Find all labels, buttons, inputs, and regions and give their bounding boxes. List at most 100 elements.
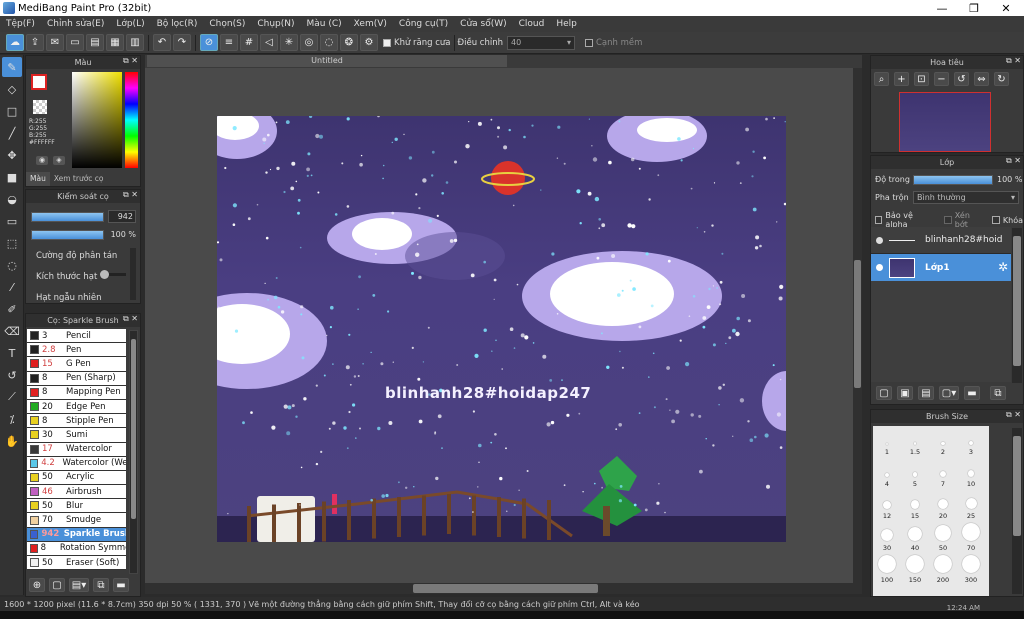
zoom-in-icon[interactable]: + [894,72,909,86]
foreground-color-swatch[interactable] [31,74,47,90]
blend-mode-dropdown[interactable]: Bình thường ▾ [913,191,1019,204]
panel-close-icon[interactable]: ⧉ ✕ [123,314,138,324]
brush-list-item[interactable]: 50 Blur [27,499,126,514]
select-tool-icon[interactable]: ⬚ [2,233,22,253]
snap-parallel-icon[interactable]: ≡ [220,34,238,51]
magic-wand-tool-icon[interactable]: ⁄ [2,277,22,297]
bucket-tool-icon[interactable]: ◒ [2,189,22,209]
brush-list-item[interactable]: 8 Stipple Pen [27,414,126,429]
snap-circle-icon[interactable]: ◎ [300,34,318,51]
eraser-tool-icon[interactable]: ◇ [2,79,22,99]
brush-size-option[interactable]: 150 [901,554,929,586]
layer-merge-icon[interactable]: ⧉ [990,386,1006,400]
layer-halftone-icon[interactable]: ▤ [918,386,934,400]
brush-opacity-slider[interactable] [31,230,104,240]
brush-list-item[interactable]: 46 Airbrush [27,485,126,500]
brush-add-icon[interactable]: ⊕ [29,578,45,592]
brush-list-item[interactable]: 4.2 Watercolor (Wet) [27,456,126,471]
swatch-icon[interactable]: ◈ [53,156,65,165]
panel-close-icon[interactable]: ⧉ ✕ [1006,410,1021,420]
redo-icon[interactable]: ↷ [173,34,191,51]
canvas-hscroll[interactable] [145,583,862,594]
brush-size-scroll-thumb[interactable] [1013,436,1021,536]
brush-size-option[interactable]: 200 [929,554,957,586]
brush-size-slider[interactable] [31,212,104,222]
grid-icon[interactable]: ▦ [106,34,124,51]
panel-close-icon[interactable]: ⧉ ✕ [123,190,138,200]
brush-list-item[interactable]: 50 Acrylic [27,470,126,486]
brush-size-option[interactable]: 20 [929,490,957,522]
brush-size-option[interactable]: 50 [929,522,957,554]
line-tool-icon[interactable]: ╱ [2,123,22,143]
close-button[interactable]: ✕ [990,0,1022,16]
brush-size-option[interactable]: 30 [873,522,901,554]
brush-size-scrollbar[interactable] [1012,428,1022,594]
layer-scrollbar[interactable] [1012,228,1022,383]
comment-icon[interactable]: ✉ [46,34,64,51]
panel-close-icon[interactable]: ⧉ ✕ [1006,156,1021,166]
layer-opacity-slider[interactable] [913,175,993,185]
brush-size-option[interactable]: 3 [957,426,985,458]
navigator-thumbnail[interactable] [899,92,991,152]
undo-icon[interactable]: ↶ [153,34,171,51]
text-tool-icon[interactable]: T [2,343,22,363]
menu-filter[interactable]: Bộ lọc(R) [151,19,204,29]
layer-folder-icon[interactable]: ▬ [964,386,980,400]
snap-curve-icon[interactable]: ◌ [320,34,338,51]
brush-folder-icon[interactable]: ▬ [113,578,129,592]
brush-size-option[interactable]: 5 [901,458,929,490]
cloud-icon[interactable]: ☁ [6,34,24,51]
maximize-button[interactable]: ❐ [958,0,990,16]
snap-grid-icon[interactable]: # [240,34,258,51]
brush-menu-icon[interactable]: ▤▾ [69,578,89,592]
transparent-swatch[interactable] [33,100,47,114]
brush-size-option[interactable]: 2 [929,426,957,458]
eye-icon[interactable] [876,264,883,271]
snap-off-icon[interactable]: ⊘ [200,34,218,51]
move-tool-icon[interactable]: ✥ [2,145,22,165]
brush-size-option[interactable]: 1 [873,426,901,458]
menu-select[interactable]: Chọn(S) [203,19,251,29]
menu-tools[interactable]: Công cụ(T) [393,19,454,29]
panel-icon[interactable]: ▥ [126,34,144,51]
fit-icon[interactable]: ⊡ [914,72,929,86]
lock-checkbox[interactable] [992,216,1000,224]
panel-close-icon[interactable]: ⧉ ✕ [123,56,138,66]
lasso-tool-icon[interactable]: ◌ [2,255,22,275]
snap-vanish-icon[interactable]: ◁ [260,34,278,51]
brush-size-option[interactable]: 15 [901,490,929,522]
menu-cloud[interactable]: Cloud [513,19,551,29]
layer-new-icon[interactable]: ▢ [876,386,892,400]
minimize-button[interactable]: — [926,0,958,16]
layer-scroll-thumb[interactable] [1013,236,1021,366]
brush-list-item[interactable]: 17 Watercolor [27,442,126,457]
menu-color[interactable]: Màu (C) [301,19,348,29]
brush-size-option[interactable]: 1.5 [901,426,929,458]
menu-view[interactable]: Xem(V) [348,19,393,29]
brush-list-item[interactable]: 70 Smudge [27,513,126,528]
brush-new-icon[interactable]: ▢ [49,578,65,592]
menu-layer[interactable]: Lớp(L) [110,19,150,29]
brush-size-option[interactable]: 7 [929,458,957,490]
brush-size-option[interactable]: 4 [873,458,901,490]
select-pen-tool-icon[interactable]: ✐ [2,299,22,319]
divide-tool-icon[interactable]: ⟋ [2,387,22,407]
clip-checkbox[interactable] [944,216,952,224]
brush-list-item[interactable]: 2.8 Pen [27,343,126,358]
brush-size-option[interactable]: 12 [873,490,901,522]
brush-size-option[interactable]: 100 [873,554,901,586]
hue-slider[interactable] [125,72,138,168]
brush-list-item[interactable]: 8 Rotation Symmetry [27,541,126,556]
rectangle-tool-icon[interactable]: □ [2,101,22,121]
brush-list-item[interactable]: 50 Eraser (Soft) [27,556,126,571]
rotate-right-icon[interactable]: ↻ [994,72,1009,86]
zoom-icon[interactable]: ⌕ [874,72,889,86]
soft-edge-checkbox[interactable] [584,38,593,47]
brush-size-option[interactable]: 10 [957,458,985,490]
layer-duplicate-icon[interactable]: ▣ [897,386,913,400]
tab-brush-preview[interactable]: Xem trước cọ [50,172,108,186]
adjust-dropdown[interactable]: 40 ▾ [506,35,575,50]
operation-tool-icon[interactable]: ↺ [2,365,22,385]
speech-bubble-icon[interactable]: ▭ [66,34,84,51]
document-tab[interactable]: Untitled [147,55,507,67]
